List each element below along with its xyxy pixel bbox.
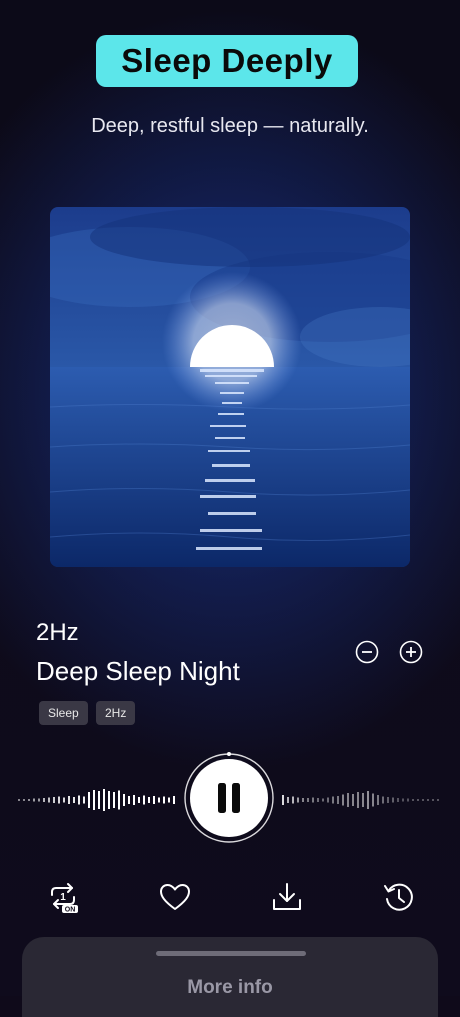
plus-circle-icon[interactable] <box>399 640 423 664</box>
track-frequency: 2Hz <box>36 619 79 646</box>
repeat-state: ON <box>65 907 76 914</box>
pause-icon <box>218 783 240 813</box>
download-icon[interactable] <box>270 880 304 914</box>
waveform-left <box>18 789 175 811</box>
repeat-one-icon[interactable]: 1 ON <box>46 880 80 914</box>
page-title: Sleep Deeply <box>121 42 333 79</box>
waveform-right <box>282 791 439 809</box>
history-icon[interactable] <box>382 880 416 914</box>
title-banner: Sleep Deeply <box>96 35 358 87</box>
more-info-sheet[interactable]: More info <box>22 937 438 1017</box>
page-subtitle: Deep, restful sleep — naturally. <box>91 115 369 137</box>
tag-sleep[interactable]: Sleep <box>39 701 88 725</box>
repeat-count: 1 <box>60 892 66 903</box>
tag-frequency[interactable]: 2Hz <box>96 701 136 725</box>
moonlit-ocean-image <box>50 207 410 567</box>
album-artwork <box>50 207 410 567</box>
minus-circle-icon[interactable] <box>355 640 379 664</box>
track-title: Deep Sleep Night <box>36 656 240 686</box>
heart-icon[interactable] <box>158 880 192 914</box>
sheet-drag-handle[interactable] <box>156 951 306 956</box>
pause-button[interactable] <box>190 759 268 837</box>
